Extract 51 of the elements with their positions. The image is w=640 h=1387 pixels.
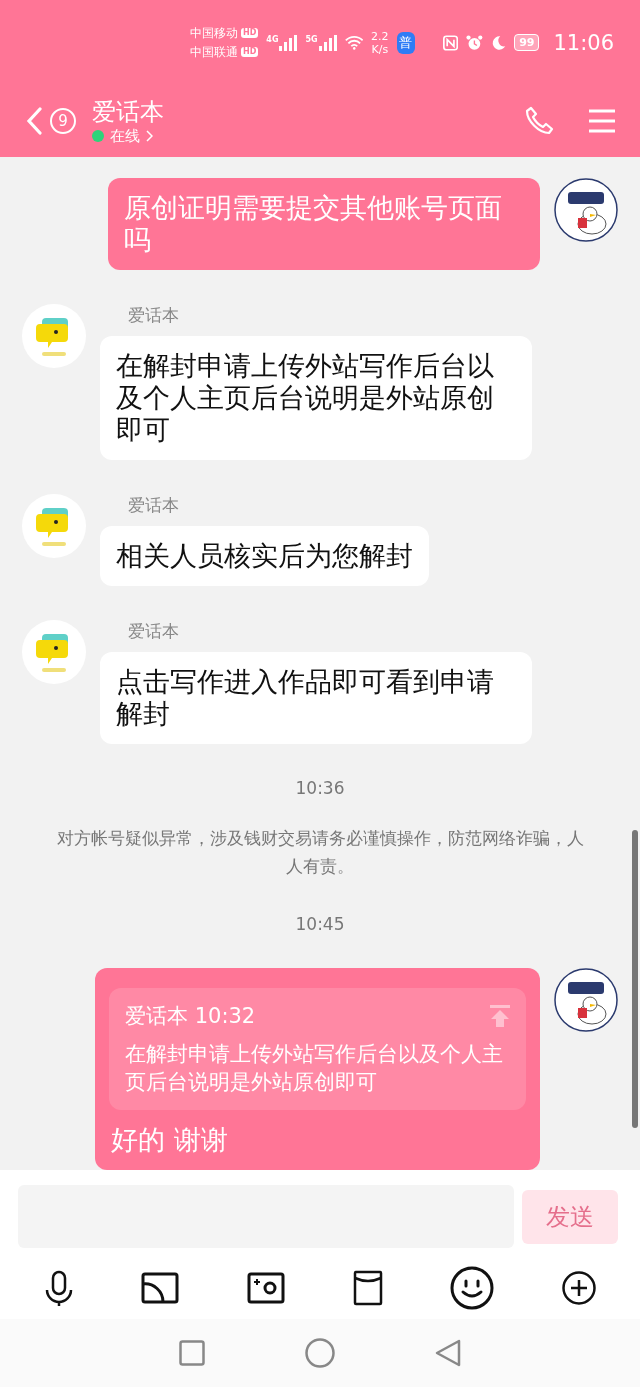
speed-unit: K/s [371,42,389,56]
timestamp: 10:36 [294,778,346,798]
menu-icon[interactable] [588,109,616,133]
smiley-icon[interactable] [450,1265,495,1310]
quote-header: 爱话本 10:32 [125,1003,256,1030]
message-bubble: 相关人员核实后为您解封 [100,526,429,586]
network-type: 5G [305,34,318,44]
sender-name: 爱话本 [128,620,180,642]
hd-badge: HD [241,28,259,38]
speech-bubble-icon [22,494,86,558]
signal-icon [318,34,337,51]
duck-icon [554,178,618,242]
carrier-name: 中国移动 [190,24,238,42]
sender-name: 爱话本 [128,494,180,516]
chevron-right-icon [146,130,153,142]
quote-text: 在解封申请上传外站写作后台以及个人主页后台说明是外站原创即可 [125,1041,504,1096]
wifi-icon [344,34,364,51]
chat-title: 爱话本 [92,96,165,127]
speech-bubble-icon [22,304,86,368]
warning-notice: 对方帐号疑似异常，涉及钱财交易请务必谨慎操作，防范网络诈骗，人人有责。 [55,827,585,878]
message-bubble: 点击写作进入作品即可看到申请解封 [100,652,532,744]
home-icon[interactable] [305,1338,335,1368]
duck-icon [554,968,618,1032]
cast-screen-icon[interactable] [141,1271,180,1304]
carrier-name: 中国联通 [190,43,238,61]
clock: 11:06 [553,30,614,55]
message-text: 好的 谢谢 [111,1124,228,1155]
unread-count: 9 [50,108,76,134]
envelope-icon[interactable] [352,1269,383,1306]
microphone-icon[interactable] [43,1269,74,1306]
message-bubble: 在解封申请上传外站写作后台以及个人主页后台说明是外站原创即可 [100,336,532,460]
camera-icon[interactable] [247,1271,286,1304]
speech-bubble-icon [22,620,86,684]
moon-icon [491,33,507,52]
signal-icon [279,34,298,51]
pin-top-icon [490,1005,510,1027]
app-icon: 普 [396,31,416,54]
back-icon[interactable] [435,1339,461,1367]
network-type: 4G [266,34,279,44]
network-speed: 2.2 [371,29,389,43]
online-status[interactable]: 在线 [110,126,140,146]
sender-name: 爱话本 [128,304,180,326]
phone-icon[interactable] [524,106,554,136]
timestamp: 10:45 [294,914,346,934]
message-bubble: 原创证明需要提交其他账号页面吗 [108,178,540,270]
alarm-icon [466,32,484,53]
battery-level: 99 [514,34,540,51]
plus-icon[interactable] [562,1270,597,1305]
hd-badge: HD [241,47,259,57]
recent-apps-icon[interactable] [179,1340,205,1366]
nfc-icon [443,33,459,52]
